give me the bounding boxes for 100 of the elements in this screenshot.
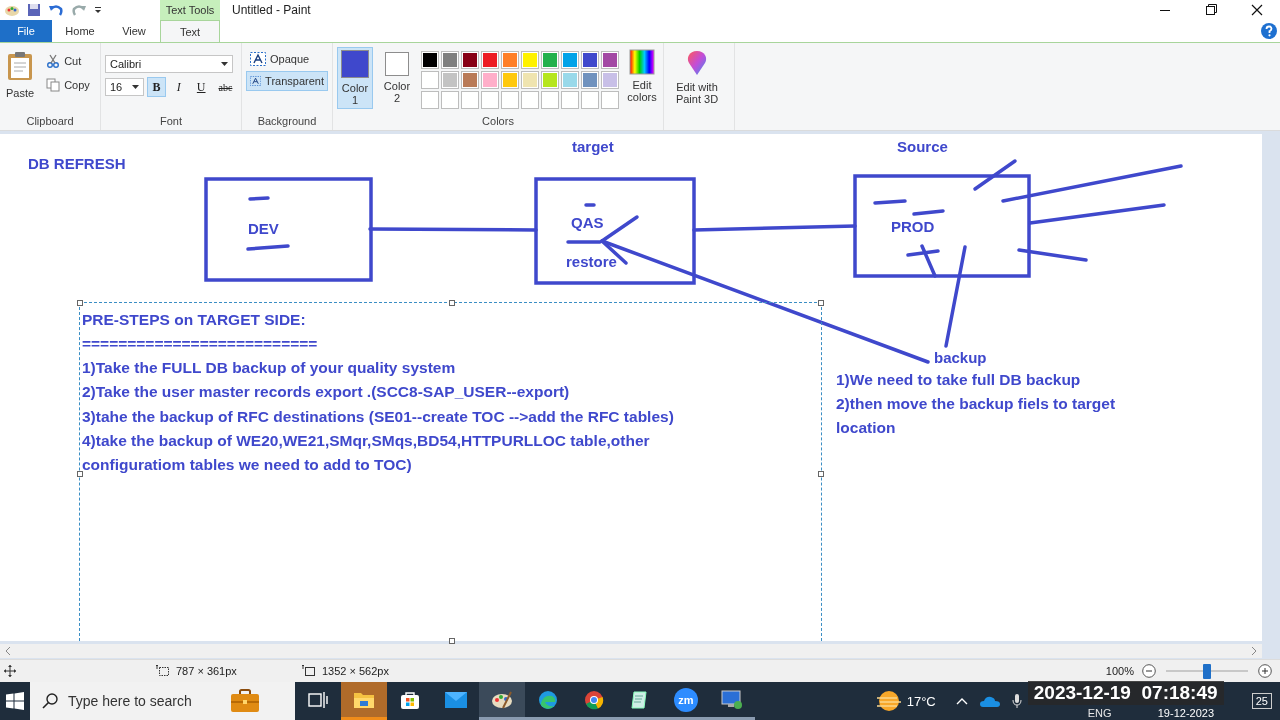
font-size-dropdown[interactable]: 16 (105, 78, 144, 96)
empty-swatch[interactable] (461, 91, 479, 109)
text-line: PRE-STEPS on TARGET SIDE: (82, 309, 307, 330)
palette-swatch[interactable] (581, 71, 599, 89)
palette-swatch[interactable] (441, 71, 459, 89)
underline-button[interactable]: U (191, 77, 211, 97)
language-indicator[interactable]: ENG (1087, 707, 1112, 719)
paint-3d-icon (685, 49, 709, 77)
weather-icon[interactable] (876, 690, 901, 712)
selection-size: 787 × 361px (176, 665, 237, 678)
resize-handle[interactable] (77, 470, 83, 477)
scroll-right-icon[interactable] (1250, 646, 1258, 655)
palette-swatch[interactable] (521, 71, 539, 89)
envelope-icon (445, 691, 467, 708)
zoom-out-icon[interactable] (1142, 664, 1156, 679)
store-bag-icon (400, 689, 420, 710)
empty-swatch[interactable] (561, 91, 579, 109)
horizontal-scrollbar[interactable] (0, 643, 1262, 658)
monitor-icon (721, 689, 743, 710)
text-line: 1)Take the FULL DB backup of your quality system (82, 358, 457, 379)
caption-text: Source (897, 137, 948, 156)
color-slot-button[interactable]: Color 1 (337, 47, 373, 109)
italic-button[interactable]: I (169, 77, 189, 97)
font-family-dropdown[interactable]: Calibri (105, 55, 233, 73)
canvas-size: 1352 × 562px (322, 665, 389, 678)
start-icon[interactable] (6, 692, 24, 710)
palette-swatch[interactable] (521, 51, 539, 69)
palette-swatch[interactable] (561, 51, 579, 69)
ribbon-tab[interactable]: File (0, 20, 52, 42)
palette-swatch[interactable] (561, 71, 579, 89)
palette-swatch[interactable] (421, 51, 439, 69)
color-slot-button[interactable]: Color 2 (379, 47, 415, 109)
zoom-in-icon[interactable] (1258, 664, 1272, 679)
text-line: configuratiom tables we need to add to TOC) (82, 454, 413, 475)
palette-swatch[interactable] (581, 51, 599, 69)
backup-label: backup (934, 348, 987, 367)
ribbon-tab[interactable]: Text (160, 20, 220, 42)
empty-swatch[interactable] (521, 91, 539, 109)
notification-badge[interactable]: 25 (1251, 693, 1272, 709)
scroll-left-icon[interactable] (4, 646, 12, 655)
cut-button[interactable]: Cut (42, 51, 94, 71)
resize-handle[interactable] (449, 637, 455, 644)
empty-swatch[interactable] (421, 91, 439, 109)
ribbon-tab[interactable]: Home (52, 20, 108, 42)
palette-swatch[interactable] (501, 51, 519, 69)
bold-button[interactable]: B (146, 77, 167, 97)
edit-colors-button[interactable]: Edit colors (625, 47, 659, 115)
edit-with-paint-3d-button[interactable]: Edit with Paint 3D (668, 47, 726, 130)
resize-handle[interactable] (449, 299, 455, 306)
empty-swatch[interactable] (601, 91, 619, 109)
resize-handle[interactable] (77, 299, 83, 306)
taskbar-date[interactable]: 19-12-2023 (1157, 707, 1215, 719)
palette-swatch[interactable] (541, 51, 559, 69)
customize-caret-icon[interactable] (94, 6, 102, 14)
palette-swatch[interactable] (461, 51, 479, 69)
palette-swatch[interactable] (601, 51, 619, 69)
resize-handle[interactable] (818, 470, 824, 477)
strike-button[interactable]: abc (213, 77, 238, 97)
empty-swatch[interactable] (481, 91, 499, 109)
paint-taskbar-button[interactable] (479, 682, 525, 720)
search-placeholder: Type here to search (68, 693, 192, 709)
paste-button[interactable]: Paste (4, 47, 37, 115)
microphone-icon[interactable] (1011, 693, 1022, 709)
group-label: Background (256, 114, 318, 129)
palette-swatch[interactable] (601, 71, 619, 89)
palette-swatch[interactable] (481, 71, 499, 89)
background-option[interactable]: Transparent (246, 71, 328, 91)
chevron-up-icon[interactable] (955, 697, 968, 705)
group-label: Font (159, 114, 183, 129)
text-line: 4)take the backup of WE20,WE21,SMqr,SMqs,BD54,HTTPURLLOC table,other (82, 430, 651, 451)
text-selection-box[interactable] (79, 301, 822, 641)
notepad-icon (630, 689, 650, 710)
empty-swatch[interactable] (501, 91, 519, 109)
caption-text: target (572, 137, 614, 156)
palette-swatch[interactable] (461, 71, 479, 89)
palette-swatch[interactable] (421, 71, 439, 89)
undo-icon[interactable] (48, 3, 64, 17)
resize-handle[interactable] (818, 299, 824, 306)
ribbon-tab[interactable]: View (108, 20, 160, 42)
palette-swatch[interactable] (441, 51, 459, 69)
save-icon[interactable] (27, 3, 41, 17)
empty-swatch[interactable] (581, 91, 599, 109)
palette-swatch[interactable] (541, 71, 559, 89)
palette-icon (491, 689, 513, 710)
search-field[interactable]: Type here to search (30, 682, 295, 720)
text-line: 3)tahe the backup of RFC destinations (SE01--create TOC -->add the RFC tables) (82, 406, 675, 427)
weather-temperature[interactable]: 17°C (906, 693, 936, 709)
help-icon[interactable] (1261, 23, 1277, 39)
palette-swatch[interactable] (501, 71, 519, 89)
empty-swatch[interactable] (541, 91, 559, 109)
folder-icon (353, 690, 375, 709)
palette-swatch[interactable] (481, 51, 499, 69)
empty-swatch[interactable] (441, 91, 459, 109)
background-option[interactable]: Opaque (246, 49, 328, 69)
search-icon (42, 693, 58, 709)
cloud-icon[interactable] (979, 695, 1000, 707)
redo-icon[interactable] (71, 3, 87, 17)
copy-button[interactable]: Copy (42, 75, 94, 95)
context-tab-label: Text Tools (160, 0, 220, 20)
scissors-icon (46, 54, 61, 68)
